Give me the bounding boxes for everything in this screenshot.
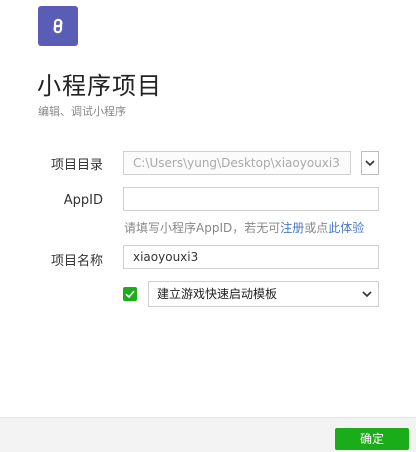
chevron-down-icon [365, 160, 375, 167]
mini-program-logo-icon [38, 6, 78, 46]
project-dir-dropdown-button[interactable] [361, 151, 379, 175]
page-title: 小程序项目 [37, 72, 162, 100]
page-subtitle: 编辑、调试小程序 [38, 105, 126, 118]
project-name-label: 项目名称 [50, 254, 103, 269]
register-link[interactable]: 注册 [280, 221, 304, 235]
appid-hint-text: 请填写小程序AppID，若无可 [124, 221, 281, 235]
appid-input[interactable] [123, 187, 379, 211]
check-icon [125, 290, 135, 299]
template-checkbox[interactable] [123, 287, 137, 301]
template-select[interactable]: 建立游戏快速启动模板 [148, 281, 379, 307]
appid-hint: 请填写小程序AppID，若无可注册或点此体验 [124, 219, 364, 236]
project-dir-input[interactable]: C:\Users\yung\Desktop\xiaoyouxi3 [123, 151, 351, 175]
chevron-down-icon [362, 291, 372, 298]
appid-hint-or: 或点 [304, 221, 329, 235]
confirm-button[interactable]: 确定 [335, 428, 409, 450]
appid-label: AppID [63, 193, 103, 208]
trial-link[interactable]: 此体验 [328, 221, 364, 235]
template-select-value: 建立游戏快速启动模板 [157, 287, 278, 301]
project-dir-label: 项目目录 [50, 158, 103, 173]
project-name-input[interactable]: xiaoyouxi3 [123, 245, 379, 269]
